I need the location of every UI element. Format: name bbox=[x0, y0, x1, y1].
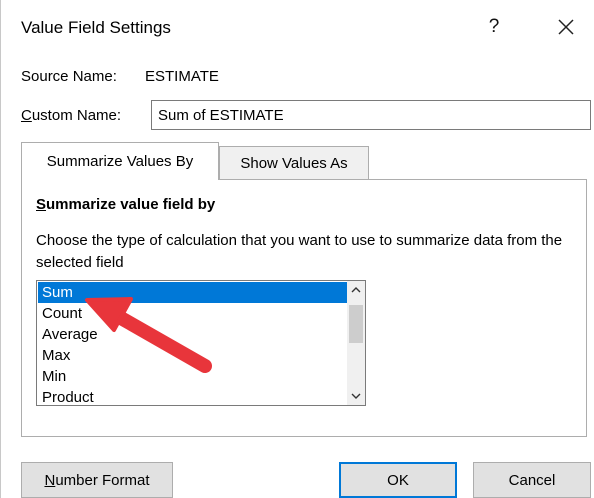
custom-name-accesskey: C bbox=[21, 107, 32, 124]
heading-text: ummarize value field by bbox=[46, 196, 216, 213]
close-button[interactable] bbox=[549, 10, 583, 44]
help-icon: ? bbox=[488, 16, 500, 37]
list-scrollbar[interactable] bbox=[347, 281, 365, 405]
list-item-product[interactable]: Product bbox=[38, 387, 347, 405]
cancel-button[interactable]: Cancel bbox=[473, 462, 591, 498]
chevron-up-icon bbox=[351, 287, 361, 293]
source-name-value: ESTIMATE bbox=[145, 68, 219, 85]
number-format-button[interactable]: Number Format bbox=[21, 462, 173, 498]
calculation-list: Sum Count Average Max Min Product bbox=[38, 282, 347, 405]
ok-button[interactable]: OK bbox=[339, 462, 457, 498]
section-heading: Summarize value field by bbox=[36, 196, 215, 213]
list-item-count[interactable]: Count bbox=[38, 303, 347, 324]
custom-name-label-text: ustom Name: bbox=[31, 107, 122, 124]
help-button[interactable]: ? bbox=[477, 10, 511, 44]
dialog-title: Value Field Settings bbox=[21, 18, 171, 37]
scroll-thumb[interactable] bbox=[349, 305, 363, 343]
chevron-down-icon bbox=[351, 393, 361, 399]
number-format-accesskey: N bbox=[44, 471, 56, 489]
list-item-sum[interactable]: Sum bbox=[38, 282, 347, 303]
close-icon bbox=[558, 19, 574, 35]
calculation-listbox[interactable]: Sum Count Average Max Min Product bbox=[36, 280, 366, 406]
list-item-average[interactable]: Average bbox=[38, 324, 347, 345]
heading-accesskey: S bbox=[36, 196, 47, 213]
title-bar: Value Field Settings ? bbox=[1, 0, 594, 56]
list-item-max[interactable]: Max bbox=[38, 345, 347, 366]
scroll-down-button[interactable] bbox=[347, 387, 365, 405]
instruction-text: Choose the type of calculation that you … bbox=[36, 232, 563, 271]
scroll-up-button[interactable] bbox=[347, 281, 365, 299]
summarize-tab-panel: Summarize value field by Choose the type… bbox=[21, 179, 587, 437]
value-field-settings-dialog: Value Field Settings ? Source Name: ESTI… bbox=[0, 0, 594, 498]
tab-show-values-as[interactable]: Show Values As bbox=[219, 146, 369, 180]
source-name-label: Source Name: bbox=[21, 68, 117, 85]
custom-name-label: Custom Name: bbox=[21, 107, 121, 124]
list-item-min[interactable]: Min bbox=[38, 366, 347, 387]
tab-summarize-values-by[interactable]: Summarize Values By bbox=[21, 142, 219, 180]
custom-name-input[interactable] bbox=[151, 100, 591, 130]
number-format-label: umber Format bbox=[55, 471, 150, 489]
